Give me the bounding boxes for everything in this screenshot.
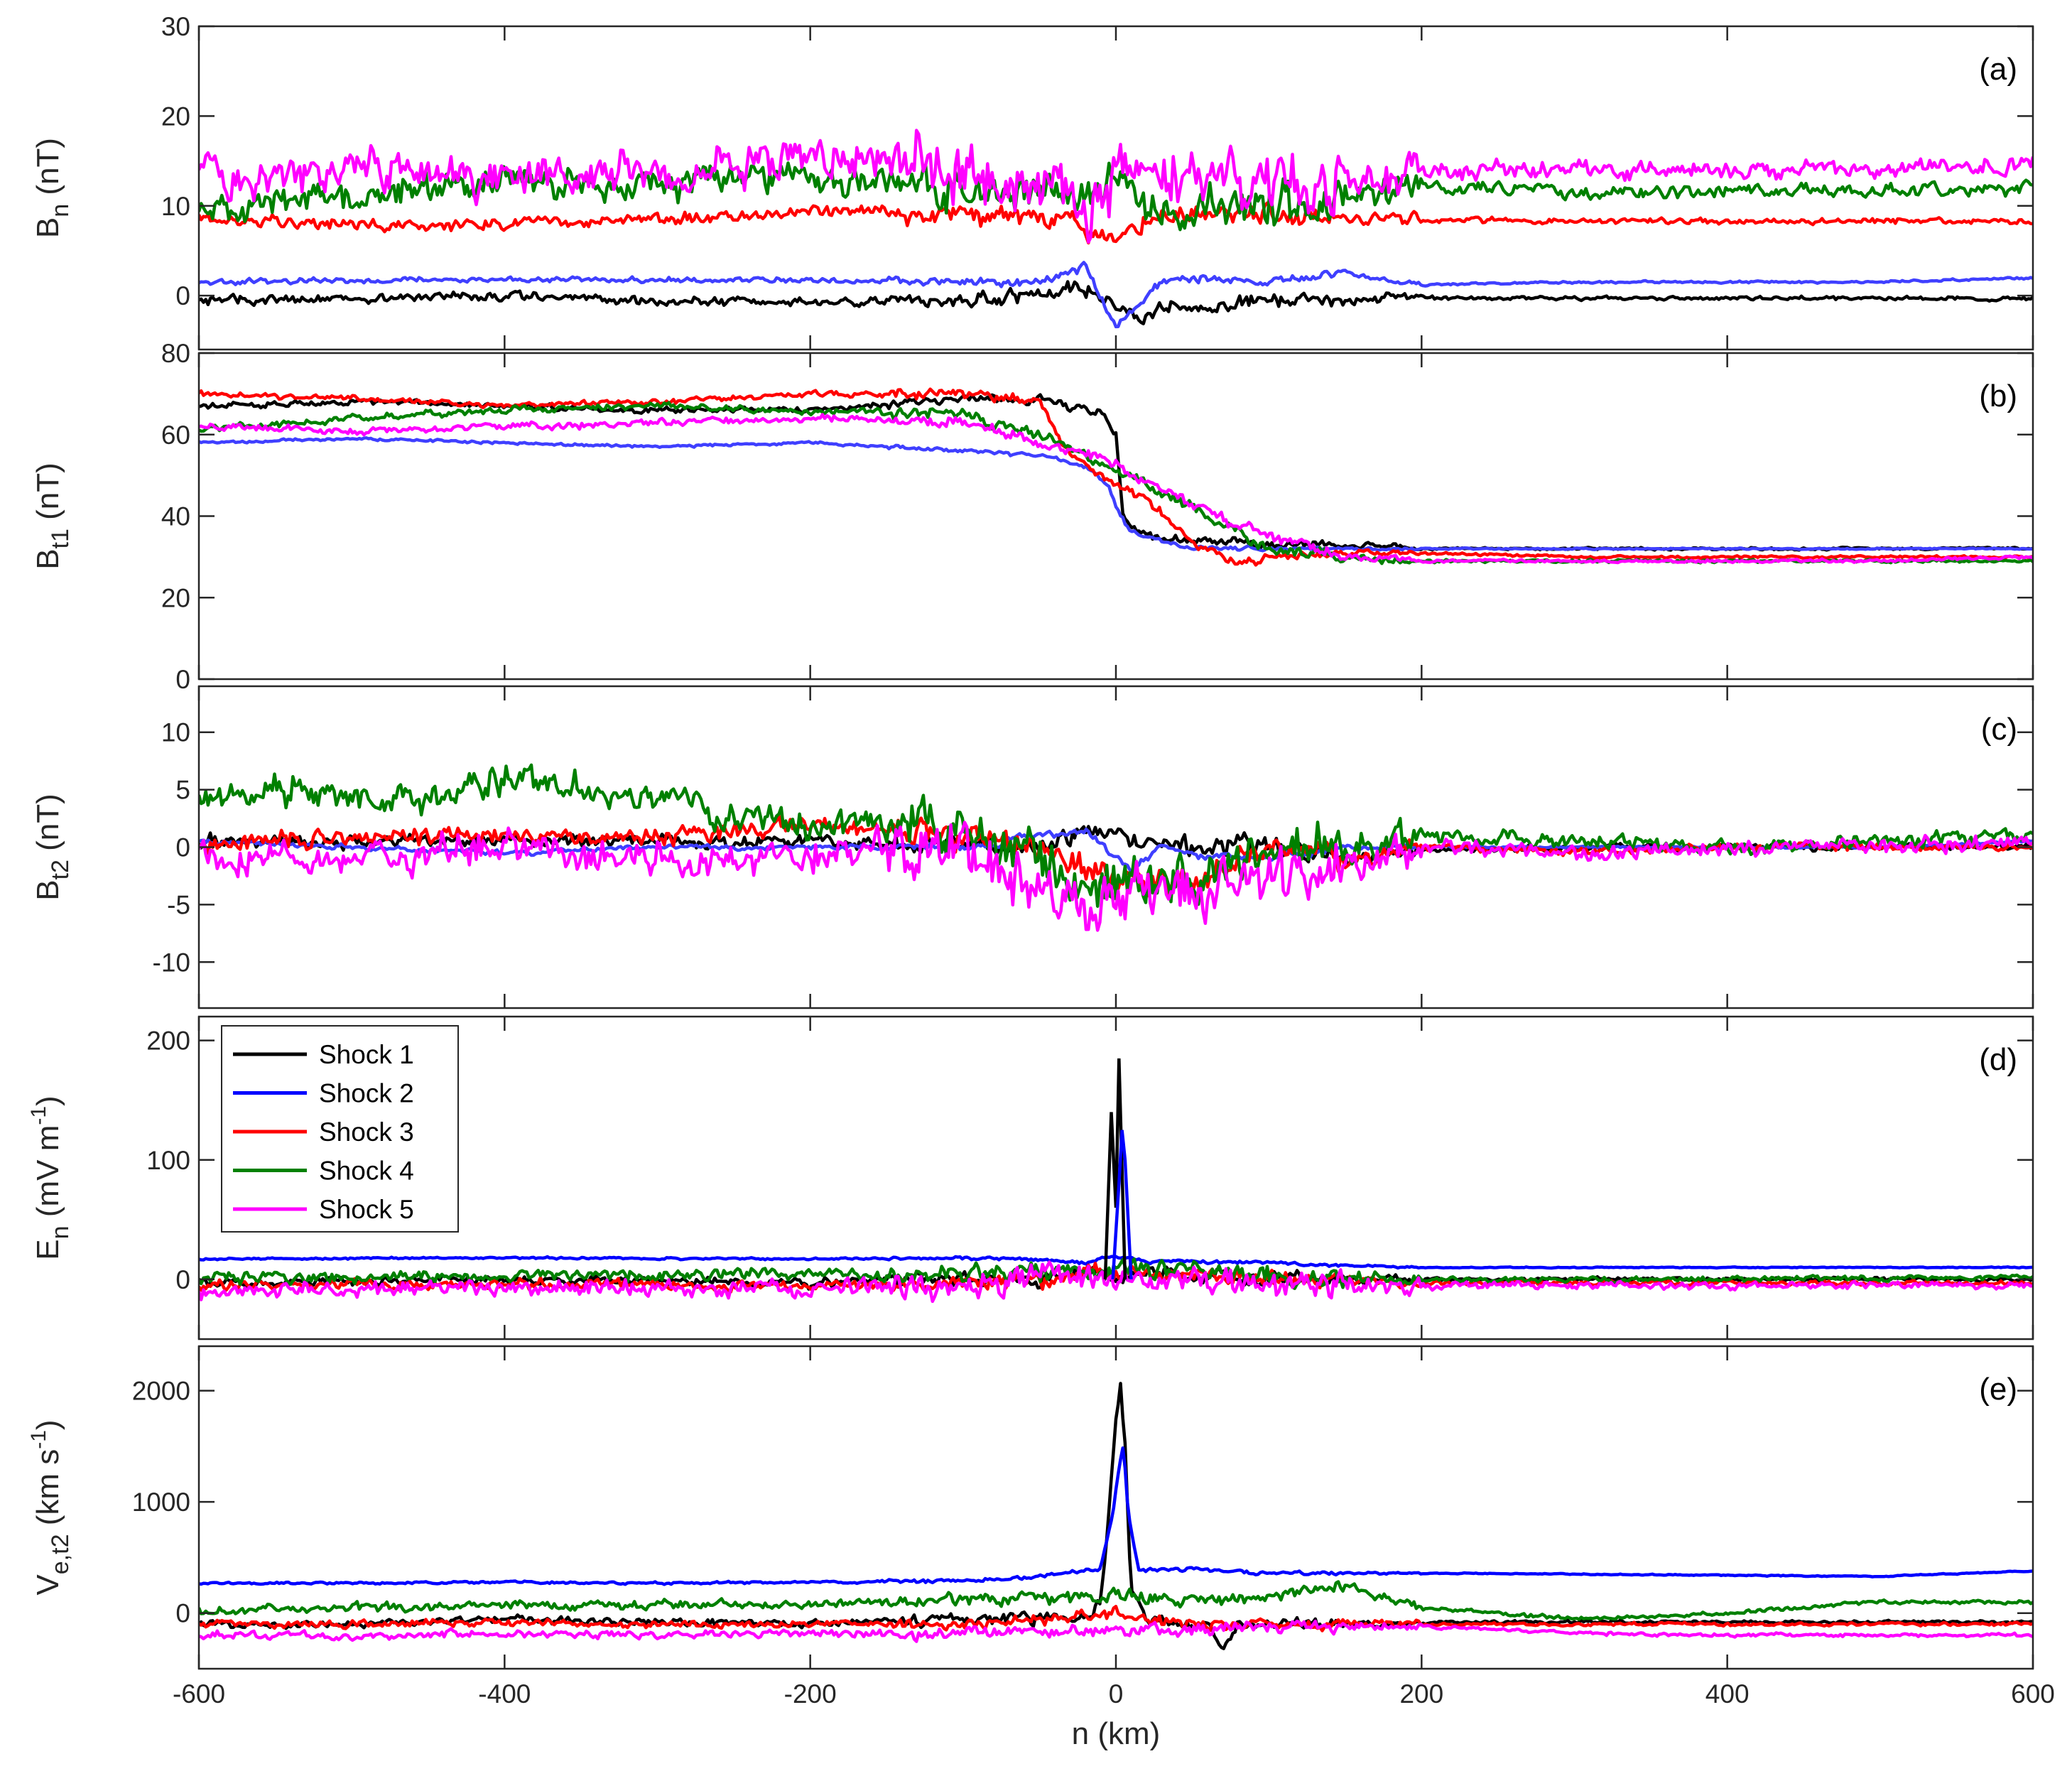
- y-tick-label: 20: [161, 102, 190, 131]
- y-tick-label: 1000: [132, 1488, 190, 1517]
- series-line-b-shock-2: [199, 436, 2033, 553]
- x-tick-label: -200: [784, 1679, 837, 1709]
- y-tick-label: 80: [161, 339, 190, 368]
- y-tick-label: 2000: [132, 1377, 190, 1406]
- y-tick-label: 40: [161, 502, 190, 531]
- legend-label: Shock 2: [319, 1079, 414, 1108]
- y-axis-label: Bn (nT): [31, 138, 74, 238]
- panel-e: 0 1000 2000 (e) Ve,t2 (km s-1): [27, 1345, 2034, 1670]
- panel-a-series: [199, 129, 2033, 329]
- y-tick-label: 20: [161, 583, 190, 612]
- y-tick-label: 0: [175, 281, 190, 310]
- y-tick-label: 100: [146, 1146, 190, 1175]
- y-tick-label: 0: [175, 1265, 190, 1294]
- y-tick-label: -10: [153, 948, 190, 977]
- panel-b-frame: [197, 352, 2034, 681]
- legend-label: Shock 1: [319, 1040, 414, 1069]
- y-tick-label: 200: [146, 1027, 190, 1056]
- x-tick-label: 600: [2011, 1679, 2055, 1709]
- y-tick-label: 10: [161, 192, 190, 221]
- x-axis-label: n (km): [1072, 1716, 1161, 1751]
- panel-d-series: [199, 1058, 2033, 1304]
- legend: Shock 1 Shock 2 Shock 3 Shock 4 Shock 5: [221, 1025, 459, 1233]
- x-tick-label: 400: [1705, 1679, 1750, 1709]
- y-tick-label: -5: [167, 890, 190, 919]
- series-line-a-shock-3: [199, 200, 2033, 245]
- y-tick-label: 0: [175, 1599, 190, 1628]
- y-tick-label: 30: [161, 12, 190, 41]
- figure: 0 10 20 30 (a) Bn (nT) 0 20 40 60 80 (b) Bt1 (nT) -10…: [27, 12, 2055, 1751]
- panel-label: (d): [1979, 1042, 2017, 1077]
- y-tick-label: 0: [175, 665, 190, 694]
- panel-label: (a): [1979, 52, 2017, 87]
- y-axis-label: Bt1 (nT): [31, 462, 74, 570]
- legend-label: Shock 5: [319, 1195, 414, 1224]
- panel-b-series: [199, 387, 2033, 567]
- y-axis-label: Ve,t2 (km s-1): [27, 1419, 74, 1595]
- y-tick-label: 0: [175, 833, 190, 862]
- panel-c: -10 -5 0 5 10 (c) Bt2 (nT): [31, 685, 2034, 1009]
- x-tick-label: 200: [1399, 1679, 1443, 1709]
- y-tick-label: 60: [161, 421, 190, 450]
- x-tick-label: -400: [478, 1679, 531, 1709]
- panel-b: 0 20 40 60 80 (b) Bt1 (nT): [31, 339, 2034, 694]
- series-line-e-shock-2: [199, 1446, 2033, 1586]
- y-tick-label: 5: [175, 776, 190, 805]
- legend-label: Shock 4: [319, 1157, 414, 1186]
- panel-a: 0 10 20 30 (a) Bn (nT): [31, 12, 2034, 351]
- series-line-a-shock-1: [199, 280, 2033, 325]
- x-axis: -600 -400 -200 0 200 400 600 n (km): [173, 1679, 2055, 1751]
- series-line-b-shock-3: [199, 387, 2033, 567]
- y-tick-label: 10: [161, 718, 190, 747]
- series-line-e-shock-4: [199, 1580, 2033, 1621]
- legend-label: Shock 3: [319, 1117, 414, 1147]
- panel-label: (b): [1979, 379, 2017, 413]
- x-tick-label: -600: [173, 1679, 225, 1709]
- y-axis-label: En (mV m-1): [27, 1095, 74, 1260]
- panel-label: (e): [1979, 1372, 2017, 1407]
- x-tick-label: 0: [1109, 1679, 1124, 1709]
- y-axis-label: Bt2 (nT): [31, 794, 74, 901]
- panel-e-series: [199, 1382, 2033, 1650]
- panel-label: (c): [1981, 712, 2017, 747]
- panel-c-series: [199, 763, 2033, 932]
